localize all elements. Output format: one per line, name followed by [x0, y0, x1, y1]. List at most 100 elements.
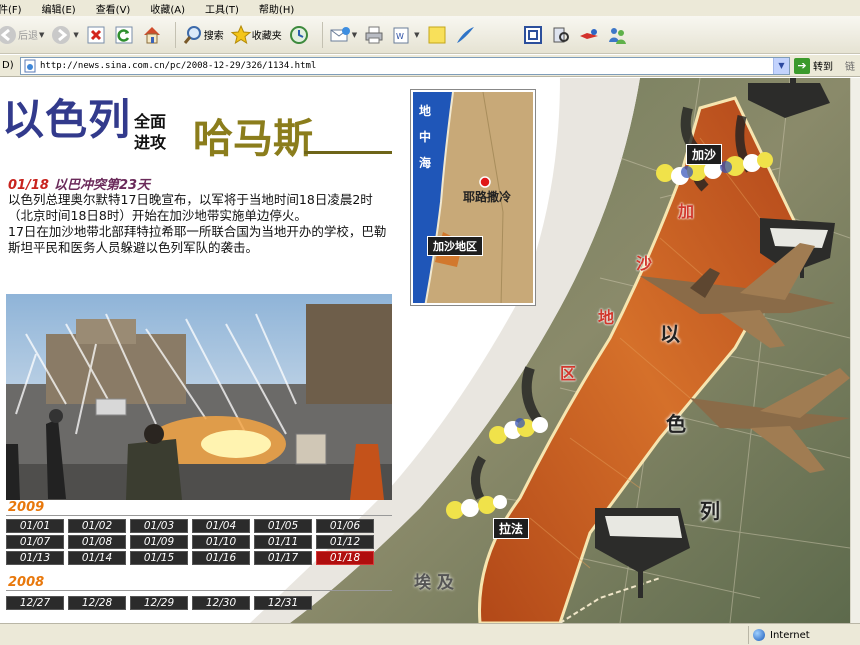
- stop-button[interactable]: [85, 20, 107, 50]
- messenger-button[interactable]: [454, 20, 476, 50]
- search-button[interactable]: 搜索: [182, 20, 224, 50]
- menu-view[interactable]: 查看(V): [96, 1, 131, 16]
- edit-document-icon: W: [391, 24, 413, 46]
- sea-label: 地 中 海: [419, 98, 433, 176]
- vertical-scrollbar[interactable]: [850, 78, 860, 623]
- date-button-12-29[interactable]: 12/29: [130, 596, 188, 610]
- date-button-01-10[interactable]: 01/10: [192, 535, 250, 549]
- date-button-01-14[interactable]: 01/14: [68, 551, 126, 565]
- menu-edit[interactable]: 编辑(E): [42, 1, 76, 16]
- strip-label-char: 加: [678, 202, 695, 221]
- date-button-01-06[interactable]: 01/06: [316, 519, 374, 533]
- page-icon: [23, 59, 37, 73]
- back-button[interactable]: 后退 ▼: [0, 20, 44, 50]
- date-button-12-28[interactable]: 12/28: [68, 596, 126, 610]
- strip-label-char: 区: [560, 364, 577, 383]
- sea-char: 中: [419, 130, 432, 144]
- address-bar: D) http://news.sina.com.cn/pc/2008-12-29…: [0, 55, 860, 77]
- date-button-01-18[interactable]: 01/18: [316, 551, 374, 565]
- date-button-01-02[interactable]: 01/02: [68, 519, 126, 533]
- date-button-12-30[interactable]: 12/30: [192, 596, 250, 610]
- go-button[interactable]: ➔ 转到: [794, 57, 833, 74]
- mail-dropdown-icon[interactable]: ▼: [352, 31, 357, 39]
- date-button-01-07[interactable]: 01/07: [6, 535, 64, 549]
- year-label-2009: 2009: [8, 500, 45, 515]
- history-button[interactable]: [288, 20, 310, 50]
- toolbar-separator: [321, 21, 323, 48]
- menu-bar: 件(F) 编辑(E) 查看(V) 收藏(A) 工具(T) 帮助(H): [0, 0, 860, 16]
- date-button-12-31[interactable]: 12/31: [254, 596, 312, 610]
- status-bar: Internet: [0, 623, 860, 645]
- gaza-city-label: 加沙: [686, 144, 723, 165]
- address-dropdown-icon[interactable]: ▼: [773, 57, 789, 74]
- date-button-01-13[interactable]: 01/13: [6, 551, 64, 565]
- addon-button-3[interactable]: [578, 20, 600, 50]
- search-label: 搜索: [203, 31, 224, 42]
- addon-button-2[interactable]: [550, 20, 572, 50]
- menu-help[interactable]: 帮助(H): [259, 1, 294, 16]
- refresh-button[interactable]: [113, 20, 135, 50]
- print-icon: [363, 24, 385, 46]
- gaza-region-label: 加沙地区: [427, 236, 483, 256]
- inset-locator-map: 地 中 海 耶路撒冷 加沙地区: [411, 90, 535, 305]
- svg-text:W: W: [396, 32, 404, 41]
- date-button-12-27[interactable]: 12/27: [6, 596, 64, 610]
- date-button-01-03[interactable]: 01/03: [130, 519, 188, 533]
- security-zone: Internet: [748, 626, 860, 644]
- title-subtitle: 全面进攻: [134, 112, 167, 152]
- addon-box-icon: [522, 24, 544, 46]
- strip-label-char: 地: [598, 308, 615, 327]
- edit-dropdown-icon[interactable]: ▼: [414, 31, 419, 39]
- date-button-01-15[interactable]: 01/15: [130, 551, 188, 565]
- date-button-01-04[interactable]: 01/04: [192, 519, 250, 533]
- edit-button[interactable]: W ▼: [391, 20, 420, 50]
- research-icon: [550, 24, 572, 46]
- date-button-01-12[interactable]: 01/12: [316, 535, 374, 549]
- go-label: 转到: [813, 62, 833, 73]
- date-button-01-16[interactable]: 01/16: [192, 551, 250, 565]
- mail-button[interactable]: ▼: [329, 20, 357, 50]
- notes-button[interactable]: [426, 20, 448, 50]
- address-input[interactable]: http://news.sina.com.cn/pc/2008-12-29/32…: [20, 56, 790, 75]
- refresh-icon: [113, 24, 135, 46]
- news-headline-text: 以巴冲突第23天: [53, 178, 151, 193]
- menu-file[interactable]: 件(F): [0, 1, 22, 16]
- home-icon: [141, 24, 163, 46]
- date-button-01-09[interactable]: 01/09: [130, 535, 188, 549]
- menu-favorites[interactable]: 收藏(A): [150, 1, 185, 16]
- date-button-01-08[interactable]: 01/08: [68, 535, 126, 549]
- users-icon: [606, 24, 628, 46]
- address-label-fragment: D): [2, 60, 14, 71]
- jerusalem-label: 耶路撒冷: [463, 190, 512, 204]
- menu-tools[interactable]: 工具(T): [205, 1, 239, 16]
- israel-label-char: 列: [700, 499, 720, 523]
- strip-label-char: 沙: [636, 254, 653, 273]
- date-button-01-17[interactable]: 01/17: [254, 551, 312, 565]
- forward-dropdown-icon[interactable]: ▼: [73, 31, 78, 39]
- addon-button-1[interactable]: [522, 20, 544, 50]
- print-button[interactable]: [363, 20, 385, 50]
- date-button-01-05[interactable]: 01/05: [254, 519, 312, 533]
- sea-char: 地: [419, 104, 432, 118]
- history-icon: [288, 24, 310, 46]
- forward-button[interactable]: ▼: [50, 20, 79, 50]
- mail-icon: [329, 24, 351, 46]
- translate-icon: [578, 24, 600, 46]
- home-button[interactable]: [141, 20, 163, 50]
- zone-label: Internet: [770, 629, 810, 641]
- sea-char: 海: [419, 156, 432, 170]
- date-button-01-11[interactable]: 01/11: [254, 535, 312, 549]
- feather-icon: [454, 24, 476, 46]
- back-dropdown-icon[interactable]: ▼: [39, 31, 44, 39]
- favorites-star-icon: [230, 24, 252, 46]
- date-button-01-01[interactable]: 01/01: [6, 519, 64, 533]
- addon-button-4[interactable]: [606, 20, 628, 50]
- links-label[interactable]: 链: [845, 58, 855, 73]
- back-label: 后退: [18, 31, 38, 42]
- rafah-label: 拉法: [493, 518, 530, 539]
- title-target: 哈马斯: [193, 115, 313, 162]
- israel-label-char: 以: [660, 322, 680, 346]
- news-paragraph: 17日在加沙地带北部拜特拉希耶一所联合国为当地开办的学校，巴勒斯坦平民和医务人员…: [8, 224, 387, 255]
- favorites-button[interactable]: 收藏夹: [230, 20, 282, 50]
- address-url: http://news.sina.com.cn/pc/2008-12-29/32…: [40, 60, 317, 71]
